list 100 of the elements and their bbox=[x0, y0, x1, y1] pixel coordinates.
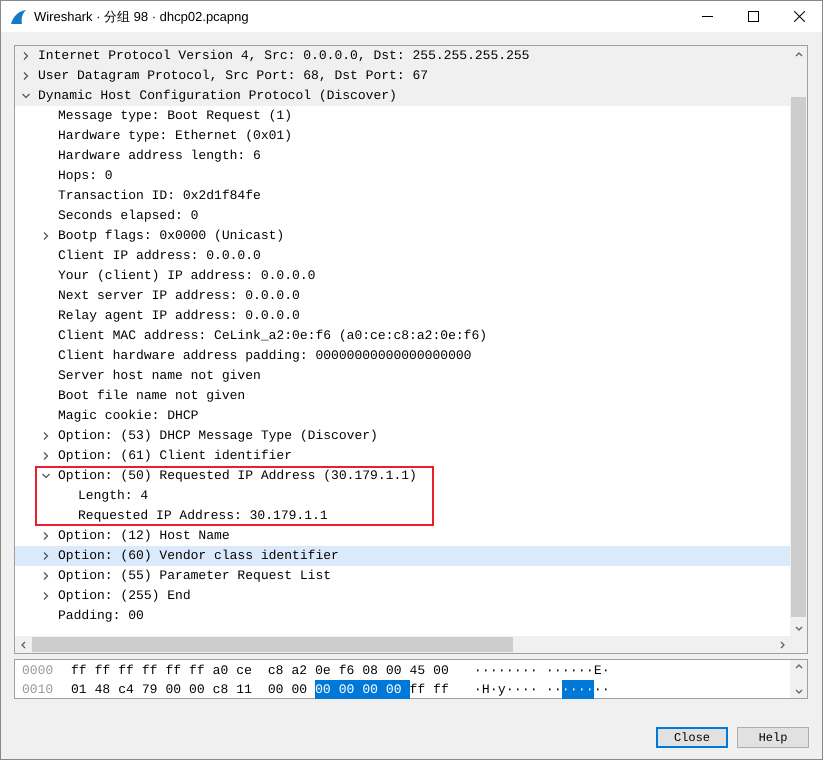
ascii-char[interactable]: · bbox=[474, 680, 482, 699]
hex-byte[interactable]: ce bbox=[236, 661, 268, 680]
tree-row[interactable]: Option: (50) Requested IP Address (30.179.1.1) bbox=[15, 466, 432, 486]
hex-byte[interactable]: ff bbox=[94, 661, 118, 680]
ascii-char[interactable]: · bbox=[530, 680, 538, 699]
tree-row[interactable]: Requested IP Address: 30.179.1.1 bbox=[15, 506, 432, 526]
ascii-char[interactable]: · bbox=[530, 661, 538, 680]
ascii-char[interactable]: · bbox=[554, 680, 562, 699]
scroll-left-icon[interactable] bbox=[18, 640, 28, 650]
hex-byte[interactable]: 45 bbox=[410, 661, 434, 680]
tree-row[interactable]: Client hardware address padding: 00000000000000000000 bbox=[15, 346, 790, 366]
ascii-char[interactable]: · bbox=[562, 680, 570, 699]
hex-byte[interactable]: 00 bbox=[291, 680, 316, 699]
tree-row[interactable]: Option: (53) DHCP Message Type (Discover) bbox=[15, 426, 790, 446]
ascii-char[interactable]: · bbox=[602, 680, 610, 699]
hex-byte[interactable]: f6 bbox=[338, 661, 362, 680]
hex-byte[interactable]: 00 bbox=[268, 680, 292, 699]
ascii-char[interactable]: · bbox=[506, 661, 514, 680]
tree-row[interactable]: Your (client) IP address: 0.0.0.0 bbox=[15, 266, 790, 286]
hex-byte[interactable]: ff bbox=[410, 680, 434, 699]
tree-row[interactable]: Transaction ID: 0x2d1f84fe bbox=[15, 186, 790, 206]
ascii-char[interactable]: y bbox=[498, 680, 506, 699]
tree-row[interactable]: Hardware address length: 6 bbox=[15, 146, 790, 166]
hex-byte[interactable]: 79 bbox=[142, 680, 166, 699]
hex-byte[interactable]: a2 bbox=[291, 661, 316, 680]
chevron-down-icon[interactable] bbox=[41, 471, 51, 481]
ascii-char[interactable]: · bbox=[514, 661, 522, 680]
tree-row[interactable]: Internet Protocol Version 4, Src: 0.0.0.0, Dst: 255.255.255.255 bbox=[15, 46, 790, 66]
hex-byte[interactable]: 00 bbox=[362, 680, 386, 699]
hex-byte[interactable]: 08 bbox=[362, 661, 386, 680]
ascii-char[interactable]: · bbox=[546, 680, 554, 699]
tree-row[interactable]: User Datagram Protocol, Src Port: 68, Dst Port: 67 bbox=[15, 66, 790, 86]
hex-byte[interactable]: ff bbox=[189, 661, 213, 680]
hex-byte[interactable]: 00 bbox=[165, 680, 190, 699]
tree-row[interactable]: Padding: 00 bbox=[15, 606, 790, 626]
hex-byte[interactable]: 48 bbox=[94, 680, 118, 699]
tree-row[interactable]: Option: (12) Host Name bbox=[15, 526, 790, 546]
chevron-down-icon[interactable] bbox=[21, 91, 31, 101]
vertical-scrollbar[interactable] bbox=[790, 46, 807, 636]
vertical-scrollbar[interactable] bbox=[790, 660, 807, 698]
ascii-char[interactable]: · bbox=[586, 661, 594, 680]
tree-row[interactable]: Bootp flags: 0x0000 (Unicast) bbox=[15, 226, 790, 246]
tree-row[interactable]: Hardware type: Ethernet (0x01) bbox=[15, 126, 790, 146]
scrollbar-thumb[interactable] bbox=[791, 97, 806, 617]
tree-row[interactable]: Option: (61) Client identifier bbox=[15, 446, 790, 466]
hex-byte[interactable]: ff bbox=[142, 661, 166, 680]
tree-row[interactable]: Option: (255) End bbox=[15, 586, 790, 606]
hex-byte[interactable]: 00 bbox=[386, 680, 410, 699]
hex-byte[interactable]: ff bbox=[165, 661, 190, 680]
hex-byte[interactable]: 01 bbox=[71, 680, 95, 699]
tree-row[interactable]: Relay agent IP address: 0.0.0.0 bbox=[15, 306, 790, 326]
tree-row[interactable]: Dynamic Host Configuration Protocol (Discover) bbox=[15, 86, 790, 106]
ascii-char[interactable]: · bbox=[602, 661, 610, 680]
hex-byte[interactable]: 0e bbox=[315, 661, 339, 680]
tree-row[interactable]: Option: (55) Parameter Request List bbox=[15, 566, 790, 586]
ascii-char[interactable]: · bbox=[514, 680, 522, 699]
hex-byte[interactable]: a0 bbox=[212, 661, 236, 680]
tree-row[interactable]: Option: (60) Vendor class identifier bbox=[15, 546, 790, 566]
scrollbar-thumb[interactable] bbox=[32, 637, 513, 652]
hex-byte[interactable]: c4 bbox=[118, 680, 142, 699]
tree-row[interactable]: Magic cookie: DHCP bbox=[15, 406, 790, 426]
ascii-char[interactable]: · bbox=[490, 680, 498, 699]
hex-byte[interactable]: 00 bbox=[315, 680, 339, 699]
tree-row[interactable]: Hops: 0 bbox=[15, 166, 790, 186]
hex-byte[interactable]: ff bbox=[433, 680, 449, 699]
horizontal-scrollbar[interactable] bbox=[15, 636, 807, 653]
ascii-char[interactable]: H bbox=[482, 680, 490, 699]
ascii-char[interactable]: · bbox=[522, 680, 530, 699]
hex-byte[interactable]: 00 bbox=[338, 680, 362, 699]
hex-byte[interactable]: c8 bbox=[268, 661, 292, 680]
tree-row[interactable]: Client MAC address: CeLink_a2:0e:f6 (a0:ce:c8:a2:0e:f6) bbox=[15, 326, 790, 346]
hex-byte[interactable]: 11 bbox=[236, 680, 268, 699]
chevron-right-icon[interactable] bbox=[41, 231, 51, 241]
ascii-char[interactable]: · bbox=[498, 661, 506, 680]
hex-byte[interactable]: ff bbox=[71, 661, 95, 680]
ascii-char[interactable]: · bbox=[474, 661, 482, 680]
hex-byte[interactable]: ff bbox=[118, 661, 142, 680]
ascii-char[interactable]: · bbox=[578, 661, 586, 680]
dialog-button[interactable]: Help bbox=[737, 727, 809, 748]
ascii-char[interactable]: · bbox=[594, 680, 602, 699]
ascii-char[interactable]: · bbox=[546, 661, 554, 680]
ascii-char[interactable]: · bbox=[482, 661, 490, 680]
tree-row[interactable]: Client IP address: 0.0.0.0 bbox=[15, 246, 790, 266]
tree-row[interactable]: Boot file name not given bbox=[15, 386, 790, 406]
ascii-char[interactable]: · bbox=[554, 661, 562, 680]
ascii-char[interactable]: · bbox=[562, 661, 570, 680]
ascii-char[interactable]: · bbox=[490, 661, 498, 680]
tree-row[interactable]: Next server IP address: 0.0.0.0 bbox=[15, 286, 790, 306]
ascii-char[interactable]: · bbox=[506, 680, 514, 699]
dialog-button[interactable]: Close bbox=[656, 727, 728, 748]
hex-byte[interactable]: c8 bbox=[212, 680, 236, 699]
tree-row[interactable]: Message type: Boot Request (1) bbox=[15, 106, 790, 126]
hex-byte[interactable]: 00 bbox=[433, 661, 449, 680]
ascii-char[interactable]: · bbox=[522, 661, 530, 680]
hex-byte[interactable]: 00 bbox=[386, 661, 410, 680]
ascii-char[interactable]: E bbox=[594, 661, 602, 680]
tree-row[interactable]: Seconds elapsed: 0 bbox=[15, 206, 790, 226]
tree-row[interactable]: Server host name not given bbox=[15, 366, 790, 386]
ascii-char[interactable]: · bbox=[570, 661, 578, 680]
hex-byte[interactable]: 00 bbox=[189, 680, 213, 699]
